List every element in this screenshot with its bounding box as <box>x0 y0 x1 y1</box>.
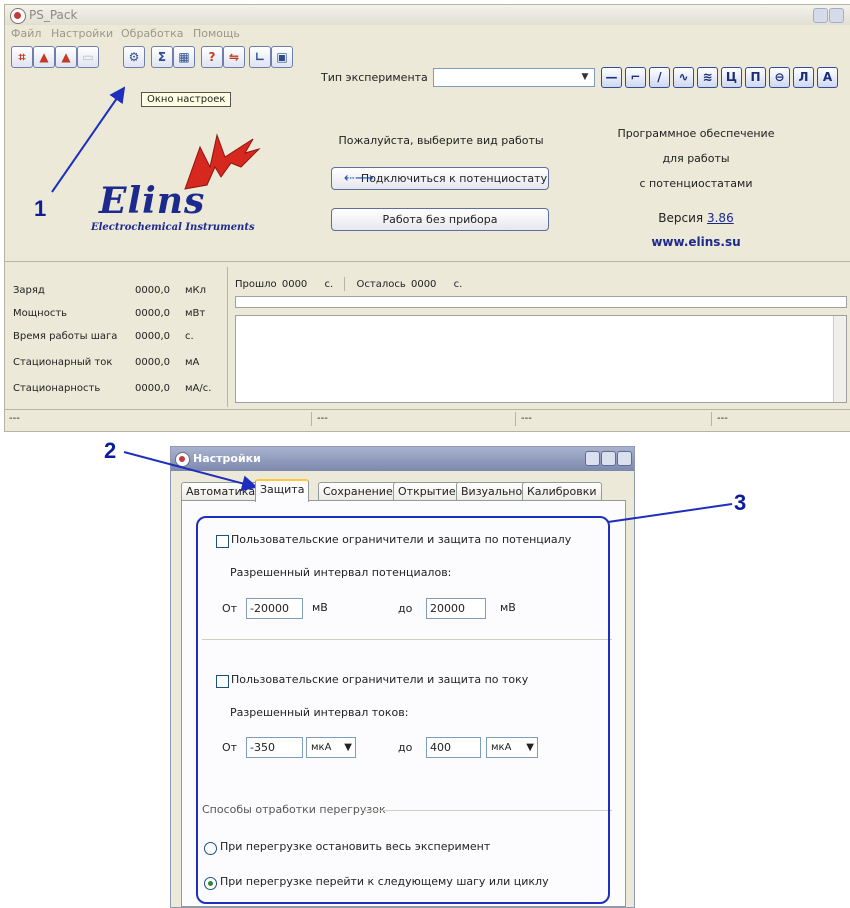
annotation-number-2: 2 <box>104 438 117 463</box>
tab-protection[interactable]: Защита <box>255 479 310 502</box>
annotation-arrows <box>51 86 733 523</box>
annotation-number-3: 3 <box>734 490 747 515</box>
arrow-2 <box>123 451 258 492</box>
arrow-3 <box>607 503 733 523</box>
arrow-1 <box>51 86 126 193</box>
annotation-number-1: 1 <box>34 196 47 221</box>
